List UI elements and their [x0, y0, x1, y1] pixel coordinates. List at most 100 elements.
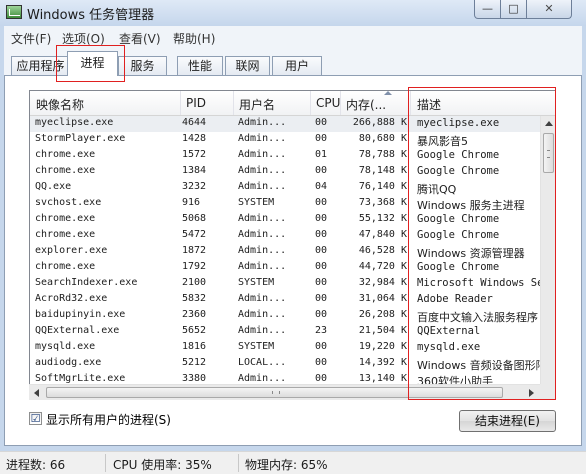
process-cpu: 00	[315, 357, 328, 368]
process-image-name: QQExternal.exe	[35, 325, 120, 336]
column-user-name[interactable]: 用户名	[239, 96, 275, 113]
process-pid: 5832	[182, 293, 207, 304]
process-pid: 1572	[182, 149, 207, 160]
process-cpu: 00	[315, 213, 328, 224]
process-memory: 47,840 K	[358, 229, 407, 240]
column-divider[interactable]	[310, 91, 311, 115]
process-image-name: AcroRd32.exe	[35, 293, 108, 304]
close-button[interactable]: ✕	[526, 0, 572, 19]
menu-view[interactable]: 查看(V)	[119, 30, 161, 47]
process-user-name: Admin...	[238, 245, 287, 256]
status-process-count: 进程数: 66	[6, 458, 66, 472]
process-image-name: myeclipse.exe	[35, 117, 114, 128]
process-memory: 55,132 K	[358, 213, 407, 224]
process-memory: 73,368 K	[358, 197, 407, 208]
process-pid: 5212	[182, 357, 207, 368]
highlight-description-column	[408, 87, 556, 400]
process-pid: 5068	[182, 213, 207, 224]
process-user-name: Admin...	[238, 133, 287, 144]
process-cpu: 01	[315, 149, 328, 160]
process-pid: 2100	[182, 277, 207, 288]
highlight-processes-tab	[56, 45, 125, 82]
minimize-button[interactable]: —	[474, 0, 501, 19]
process-cpu: 00	[315, 309, 328, 320]
process-user-name: Admin...	[238, 181, 287, 192]
process-user-name: Admin...	[238, 149, 287, 160]
tab-performance[interactable]: 性能	[177, 56, 223, 76]
process-pid: 5472	[182, 229, 207, 240]
process-user-name: SYSTEM	[238, 277, 275, 288]
window-title: Windows 任务管理器	[27, 8, 155, 23]
process-user-name: LOCAL...	[238, 357, 287, 368]
process-image-name: explorer.exe	[35, 245, 108, 256]
status-physical-memory: 物理内存: 65%	[245, 458, 328, 472]
process-user-name: SYSTEM	[238, 341, 275, 352]
process-user-name: Admin...	[238, 261, 287, 272]
process-memory: 44,720 K	[358, 261, 407, 272]
task-manager-window: Windows 任务管理器 — □ ✕ 文件(F) 选项(O) 查看(V) 帮助…	[0, 0, 586, 474]
maximize-button[interactable]: □	[500, 0, 527, 19]
process-image-name: StormPlayer.exe	[35, 133, 126, 144]
process-image-name: chrome.exe	[35, 165, 96, 176]
process-image-name: chrome.exe	[35, 213, 96, 224]
process-cpu: 00	[315, 293, 328, 304]
process-pid: 1792	[182, 261, 207, 272]
tab-services[interactable]: 服务	[118, 56, 167, 76]
process-cpu: 00	[315, 165, 328, 176]
process-memory: 14,392 K	[358, 357, 407, 368]
show-all-users-checkbox[interactable]: ☑	[29, 412, 42, 425]
process-image-name: audiodg.exe	[35, 357, 102, 368]
process-memory: 78,788 K	[358, 149, 407, 160]
process-cpu: 00	[315, 229, 328, 240]
process-memory: 78,148 K	[358, 165, 407, 176]
status-divider	[238, 454, 239, 472]
process-user-name: Admin...	[238, 293, 287, 304]
process-cpu: 00	[315, 373, 328, 384]
process-memory: 76,140 K	[358, 181, 407, 192]
show-all-users-label[interactable]: 显示所有用户的进程(S)	[46, 411, 171, 428]
process-memory: 46,528 K	[358, 245, 407, 256]
process-memory: 80,680 K	[358, 133, 407, 144]
column-cpu[interactable]: CPU	[316, 96, 340, 110]
process-user-name: Admin...	[238, 117, 287, 128]
column-image-name[interactable]: 映像名称	[36, 96, 84, 113]
process-image-name: SoftMgrLite.exe	[35, 373, 126, 384]
process-user-name: Admin...	[238, 229, 287, 240]
end-process-button[interactable]: 结束进程(E)	[459, 410, 556, 432]
column-divider[interactable]	[233, 91, 234, 115]
process-pid: 5652	[182, 325, 207, 336]
column-divider[interactable]	[340, 91, 341, 115]
menu-help[interactable]: 帮助(H)	[173, 30, 215, 47]
process-cpu: 04	[315, 181, 328, 192]
process-pid: 1872	[182, 245, 207, 256]
process-pid: 1384	[182, 165, 207, 176]
process-cpu: 00	[315, 197, 328, 208]
tab-networking[interactable]: 联网	[225, 56, 270, 76]
process-image-name: baidupinyin.exe	[35, 309, 126, 320]
process-cpu: 23	[315, 325, 328, 336]
process-memory: 19,220 K	[358, 341, 407, 352]
column-pid[interactable]: PID	[186, 96, 206, 110]
tab-users[interactable]: 用户	[272, 56, 322, 76]
column-divider[interactable]	[180, 91, 181, 115]
process-pid: 2360	[182, 309, 207, 320]
process-user-name: Admin...	[238, 165, 287, 176]
process-cpu: 00	[315, 341, 328, 352]
process-pid: 1816	[182, 341, 207, 352]
title-bar[interactable]: Windows 任务管理器 — □ ✕	[0, 0, 586, 26]
task-manager-icon	[6, 5, 22, 19]
process-pid: 916	[182, 197, 201, 208]
column-memory[interactable]: 内存(...	[346, 96, 386, 113]
process-user-name: Admin...	[238, 309, 287, 320]
process-cpu: 00	[315, 245, 328, 256]
process-cpu: 00	[315, 133, 328, 144]
menu-file[interactable]: 文件(F)	[11, 30, 51, 47]
process-memory: 266,888 K	[352, 117, 407, 128]
status-bar: 进程数: 66 CPU 使用率: 35% 物理内存: 65%	[0, 451, 586, 474]
process-image-name: svchost.exe	[35, 197, 102, 208]
process-cpu: 00	[315, 261, 328, 272]
process-user-name: Admin...	[238, 213, 287, 224]
process-user-name: SYSTEM	[238, 197, 275, 208]
scroll-left-arrow-icon[interactable]	[34, 389, 39, 397]
process-memory: 31,064 K	[358, 293, 407, 304]
